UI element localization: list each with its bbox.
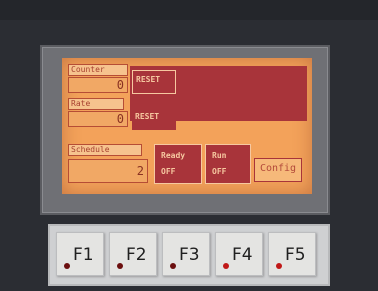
- rate-value: 0: [68, 111, 128, 127]
- reset-rate-button[interactable]: RESET: [132, 108, 176, 130]
- ready-title: Ready: [161, 151, 186, 160]
- f5-label: F5: [285, 245, 306, 265]
- f5-led-indicator: [276, 263, 282, 269]
- f5-key[interactable]: F5: [268, 232, 316, 276]
- hmi-screen: Counter 0 RESET Rate 0 RESET Schedule 2 …: [62, 58, 312, 194]
- f4-key[interactable]: F4: [215, 232, 263, 276]
- reset-counter-button[interactable]: RESET: [132, 70, 176, 94]
- f4-label: F4: [232, 245, 253, 265]
- f2-key[interactable]: F2: [109, 232, 157, 276]
- f1-led-indicator: [64, 263, 70, 269]
- f1-key[interactable]: F1: [56, 232, 104, 276]
- f3-key[interactable]: F3: [162, 232, 210, 276]
- ready-state: OFF: [161, 167, 176, 176]
- counter-label: Counter: [68, 64, 128, 76]
- run-toggle-button[interactable]: Run OFF: [205, 144, 251, 184]
- f3-led-indicator: [170, 263, 176, 269]
- run-title: Run: [212, 151, 227, 160]
- run-state: OFF: [212, 167, 227, 176]
- device-bezel: [0, 0, 378, 20]
- rate-label: Rate: [68, 98, 124, 110]
- f2-led-indicator: [117, 263, 123, 269]
- f4-led-indicator: [223, 263, 229, 269]
- config-button[interactable]: Config: [254, 158, 302, 182]
- schedule-value: 2: [68, 159, 148, 183]
- f2-label: F2: [126, 245, 147, 265]
- f3-label: F3: [179, 245, 200, 265]
- schedule-label: Schedule: [68, 144, 142, 156]
- f1-label: F1: [73, 245, 94, 265]
- ready-toggle-button[interactable]: Ready OFF: [154, 144, 202, 184]
- counter-value: 0: [68, 77, 128, 93]
